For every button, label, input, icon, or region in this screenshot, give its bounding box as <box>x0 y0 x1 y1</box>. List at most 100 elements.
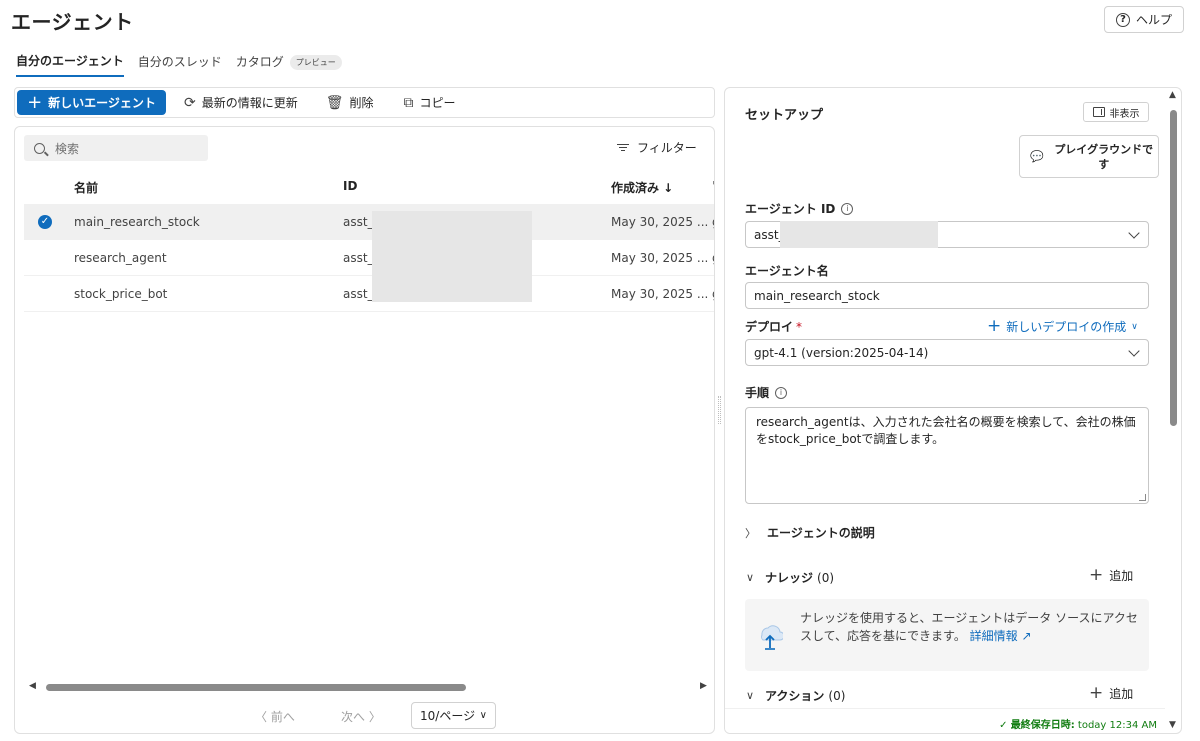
table-row[interactable]: research_agent asst_u May 30, 2025 ... g <box>24 240 714 276</box>
agent-id-label-text: エージェント ID <box>745 202 836 216</box>
row-overflow: g <box>712 287 714 301</box>
refresh-button[interactable]: ⟳ 最新の情報に更新 <box>184 94 298 111</box>
actions-count: (0) <box>828 688 846 703</box>
info-icon[interactable]: i <box>841 202 854 215</box>
tab-my-threads[interactable]: 自分のスレッド <box>138 53 222 76</box>
redacted-area <box>780 221 938 248</box>
new-deploy-label: 新しいデプロイの作成 <box>1006 320 1127 334</box>
column-header-created[interactable]: 作成済み ↓ <box>611 179 673 196</box>
scrollbar-thumb[interactable] <box>1170 110 1177 426</box>
chevron-down-icon: ∨ <box>479 710 487 721</box>
hide-button[interactable]: 非表示 <box>1083 102 1149 122</box>
tab-bar: 自分のエージェント 自分のスレッド カタログ プレビュー <box>16 52 342 77</box>
column-header-id[interactable]: ID <box>343 179 357 193</box>
cloud-upload-icon <box>761 625 783 650</box>
search-placeholder: 検索 <box>55 141 80 156</box>
refresh-label: 最新の情報に更新 <box>201 96 298 110</box>
next-page-button[interactable]: 次へ 〉 <box>341 708 381 725</box>
description-section[interactable]: 〉 エージェントの説明 <box>745 524 875 541</box>
knowledge-count: (0) <box>817 570 835 585</box>
row-name: research_agent <box>74 251 167 265</box>
trash-icon: 🗑 <box>325 94 344 111</box>
plus-icon: + <box>987 316 1002 336</box>
tab-my-agents[interactable]: 自分のエージェント <box>16 52 124 77</box>
row-created: May 30, 2025 ... <box>611 251 709 265</box>
scrollbar-thumb[interactable] <box>46 684 466 691</box>
table-row[interactable]: ✓ main_research_stock asst_J May 30, 202… <box>24 204 714 240</box>
learn-more-link[interactable]: 詳細情報 ↗ <box>970 629 1032 643</box>
tab-catalog[interactable]: カタログ プレビュー <box>236 53 342 76</box>
horizontal-scrollbar[interactable]: ◀ ▶ <box>24 679 714 695</box>
help-label: ヘルプ <box>1135 13 1172 27</box>
page-size-value: 10/ページ <box>420 709 476 723</box>
saved-status: ✓ 最終保存日時: today 12:34 AM <box>999 720 1157 731</box>
agent-id-label: エージェント ID i <box>745 200 854 217</box>
chevron-right-icon: 〉 <box>745 526 756 540</box>
deploy-select[interactable]: gpt-4.1 (version:2025-04-14) <box>745 339 1149 366</box>
new-deploy-button[interactable]: + 新しいデプロイの作成 ∨ <box>987 318 1138 335</box>
info-icon[interactable]: i <box>775 386 788 399</box>
delete-label: 削除 <box>349 96 374 110</box>
table-row[interactable]: stock_price_bot asst_p May 30, 2025 ... … <box>24 276 714 312</box>
search-icon <box>34 142 45 154</box>
plus-icon: + <box>1089 565 1104 585</box>
chevron-right-icon: 〉 <box>368 710 381 724</box>
add-label: 追加 <box>1109 569 1134 583</box>
deploy-value: gpt-4.1 (version:2025-04-14) <box>754 345 929 360</box>
scroll-up-icon[interactable]: ▲ <box>1169 90 1176 100</box>
chevron-down-icon <box>1128 227 1140 239</box>
scroll-left-icon[interactable]: ◀ <box>29 681 36 691</box>
chevron-down-icon: ∨ <box>745 689 755 702</box>
help-button[interactable]: ? ヘルプ <box>1104 6 1184 33</box>
collapse-panel-icon <box>1092 107 1105 117</box>
toolbar: + 新しいエージェント ⟳ 最新の情報に更新 🗑 削除 ⧉ コピー <box>14 87 715 118</box>
delete-button[interactable]: 🗑 削除 <box>326 94 374 111</box>
scroll-down-icon[interactable]: ▼ <box>1169 720 1176 730</box>
saved-label: 最終保存日時: <box>1010 720 1075 731</box>
knowledge-section-label: ナレッジ <box>765 571 814 585</box>
playground-button[interactable]: 💬 プレイグラウンドで す <box>1019 135 1159 178</box>
prev-page-button[interactable]: 〈 前へ <box>255 708 295 725</box>
instructions-label: 手順 i <box>745 384 788 401</box>
filter-button[interactable]: フィルター <box>617 139 697 156</box>
checkmark-icon[interactable]: ✓ <box>38 215 52 229</box>
column-header-name[interactable]: 名前 <box>74 179 98 196</box>
instructions-label-text: 手順 <box>745 386 770 400</box>
page-size-select[interactable]: 10/ページ ∨ <box>411 702 496 729</box>
instructions-textarea[interactable]: research_agentは、入力された会社名の概要を検索して、会社の株価をs… <box>745 407 1149 504</box>
playground-label: プレイグラウンドで す <box>1054 142 1154 171</box>
knowledge-section[interactable]: ∨ ナレッジ (0) <box>745 569 834 586</box>
chevron-down-icon: ∨ <box>745 571 755 584</box>
redacted-area <box>372 211 532 302</box>
knowledge-info-box: ナレッジを使用すると、エージェントはデータ ソースにアクセスして、応答を基にでき… <box>745 599 1149 671</box>
agent-name-label: エージェント名 <box>745 264 829 278</box>
next-label: 次へ <box>341 710 366 724</box>
new-agent-button[interactable]: + 新しいエージェント <box>17 90 166 115</box>
actions-section[interactable]: ∨ アクション (0) <box>745 687 845 704</box>
agent-name-input[interactable]: main_research_stock <box>745 282 1149 309</box>
row-created: May 30, 2025 ... <box>611 287 709 301</box>
deploy-label-text: デプロイ <box>745 320 794 334</box>
chevron-down-icon <box>1128 345 1140 357</box>
row-overflow: g <box>712 251 714 265</box>
tab-catalog-label: カタログ <box>235 55 284 69</box>
plus-icon: + <box>27 91 43 113</box>
vertical-scrollbar[interactable]: ▲ ▼ <box>1166 88 1181 733</box>
search-input[interactable]: 検索 <box>24 135 208 161</box>
panel-splitter[interactable] <box>718 396 721 424</box>
agent-list-panel: 検索 フィルター 名前 ID 作成済み ↓ ' ✓ main_research_… <box>14 126 715 734</box>
add-action-button[interactable]: + 追加 <box>1089 685 1133 702</box>
add-knowledge-button[interactable]: + 追加 <box>1089 567 1133 584</box>
preview-badge: プレビュー <box>289 55 342 70</box>
actions-add-label: 追加 <box>1109 687 1134 701</box>
setup-panel: セットアップ 非表示 💬 プレイグラウンドで す エージェント ID i ass… <box>724 87 1182 734</box>
plus-icon: + <box>1089 683 1104 703</box>
prev-label: 前へ <box>270 710 295 724</box>
knowledge-description: ナレッジを使用すると、エージェントはデータ ソースにアクセスして、応答を基にでき… <box>800 609 1140 645</box>
chevron-down-icon: ∨ <box>1131 321 1138 332</box>
chevron-left-icon: 〈 <box>255 710 268 724</box>
copy-button[interactable]: ⧉ コピー <box>404 94 456 111</box>
agent-name-value: main_research_stock <box>754 288 880 303</box>
resize-handle-icon[interactable] <box>1139 494 1146 501</box>
scroll-right-icon[interactable]: ▶ <box>700 681 707 691</box>
